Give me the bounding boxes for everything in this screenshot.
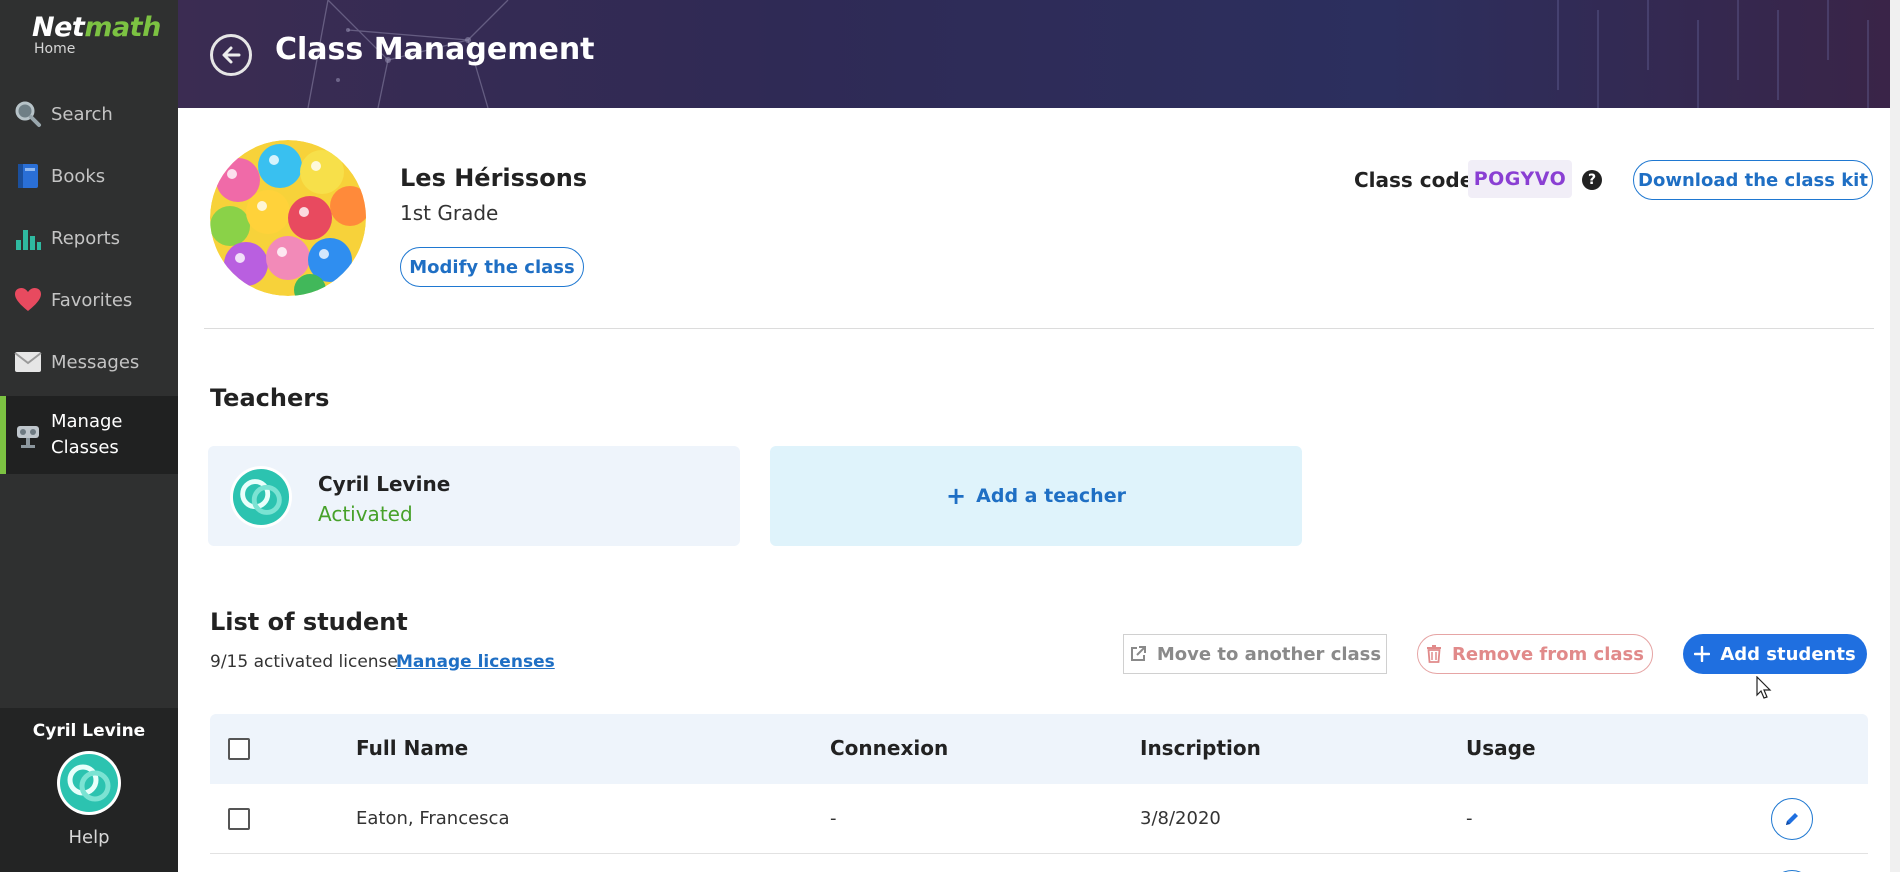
- sidebar-item-reports[interactable]: Reports: [0, 208, 178, 268]
- trash-icon: [1426, 645, 1442, 663]
- class-grade: 1st Grade: [400, 201, 499, 225]
- add-teacher-label: Add a teacher: [976, 485, 1126, 507]
- question-icon[interactable]: ?: [1582, 170, 1602, 190]
- teacher-name: Cyril Levine: [318, 472, 451, 496]
- sidebar-item-search[interactable]: Search: [0, 84, 178, 144]
- select-all-checkbox[interactable]: [228, 738, 250, 760]
- class-name: Les Hérissons: [400, 164, 588, 192]
- row-checkbox[interactable]: [228, 808, 250, 830]
- modify-class-button[interactable]: Modify the class: [400, 247, 584, 287]
- sidebar-item-label-line1: Manage: [51, 411, 123, 432]
- page-header: Class Management: [178, 0, 1900, 108]
- add-teacher-button[interactable]: + Add a teacher: [770, 446, 1302, 546]
- teacher-status: Activated: [318, 502, 413, 526]
- user-avatar[interactable]: [57, 751, 121, 815]
- logo-main: Net: [32, 12, 85, 43]
- edit-student-button[interactable]: [1771, 798, 1813, 840]
- main-content: Les Hérissons 1st Grade Modify the class…: [178, 108, 1900, 872]
- student-usage: -: [1466, 808, 1473, 829]
- mouse-pointer-icon: [1756, 676, 1772, 699]
- sidebar-item-label: Messages: [51, 351, 140, 373]
- sidebar-item-label: Reports: [51, 227, 121, 249]
- students-table: Full Name Connexion Inscription Usage Ea…: [210, 714, 1868, 872]
- search-icon: [13, 99, 43, 129]
- divider: [204, 328, 1874, 329]
- arrow-left-icon: [222, 46, 241, 64]
- table-row: Eaton, Francesca - 3/8/2020 -: [210, 784, 1868, 872]
- remove-label: Remove from class: [1452, 643, 1644, 665]
- pencil-icon: [1786, 813, 1798, 825]
- heart-icon: [13, 285, 43, 315]
- remove-from-class-button[interactable]: Remove from class: [1417, 634, 1653, 674]
- class-avatar: [210, 140, 366, 296]
- sidebar-item-label-line2: Classes: [51, 437, 119, 458]
- bar-chart-icon: [13, 223, 43, 253]
- plus-icon: +: [946, 482, 967, 510]
- sidebar-item-manage-classes[interactable]: Manage Classes: [0, 396, 178, 474]
- sidebar: Netmath Home Search Books Reports Favori…: [0, 0, 178, 872]
- column-header-full-name[interactable]: Full Name: [356, 736, 468, 760]
- move-label: Move to another class: [1156, 643, 1382, 665]
- sidebar-item-messages[interactable]: Messages: [0, 332, 178, 392]
- class-code-value: POGYVO: [1468, 160, 1572, 198]
- trophy-icon: [13, 420, 43, 450]
- class-code-label: Class code: [1354, 168, 1474, 192]
- license-count: 9/15 activated license: [210, 652, 398, 672]
- page-title: Class Management: [275, 32, 595, 67]
- column-header-usage[interactable]: Usage: [1466, 736, 1536, 760]
- teachers-heading: Teachers: [210, 384, 330, 412]
- move-to-another-class-button[interactable]: Move to another class: [1123, 634, 1387, 674]
- student-inscription: 3/8/2020: [1140, 808, 1221, 829]
- envelope-icon: [13, 347, 43, 377]
- manage-licenses-link[interactable]: Manage licenses: [396, 652, 555, 672]
- download-class-kit-button[interactable]: Download the class kit: [1633, 160, 1873, 200]
- student-full-name: Eaton, Francesca: [356, 808, 510, 829]
- table-header: Full Name Connexion Inscription Usage: [210, 714, 1868, 784]
- help-link[interactable]: Help: [0, 827, 178, 848]
- netmath-logo[interactable]: Netmath Home: [32, 12, 161, 57]
- page-scrollbar[interactable]: [1890, 0, 1900, 872]
- students-heading: List of student: [210, 608, 408, 636]
- column-header-inscription[interactable]: Inscription: [1140, 736, 1261, 760]
- column-header-connexion[interactable]: Connexion: [830, 736, 948, 760]
- sidebar-item-label: Favorites: [51, 289, 133, 311]
- back-button[interactable]: [210, 34, 252, 76]
- sidebar-item-label: Search: [51, 103, 113, 125]
- external-link-icon: [1129, 645, 1147, 663]
- sidebar-item-books[interactable]: Books: [0, 146, 178, 206]
- logo-home-label: Home: [34, 41, 76, 57]
- book-icon: [13, 161, 43, 191]
- plus-icon: [1694, 646, 1711, 662]
- teacher-avatar: [230, 466, 292, 528]
- logo-accent: math: [84, 12, 161, 43]
- sidebar-item-label: Books: [51, 165, 106, 187]
- add-students-button[interactable]: Add students: [1683, 634, 1867, 674]
- user-panel: Cyril Levine Help: [0, 708, 178, 872]
- sidebar-item-favorites[interactable]: Favorites: [0, 270, 178, 330]
- student-connexion: -: [830, 808, 837, 829]
- add-students-label: Add students: [1720, 643, 1856, 665]
- teacher-card: Cyril Levine Activated: [208, 446, 740, 546]
- user-name: Cyril Levine: [32, 721, 146, 741]
